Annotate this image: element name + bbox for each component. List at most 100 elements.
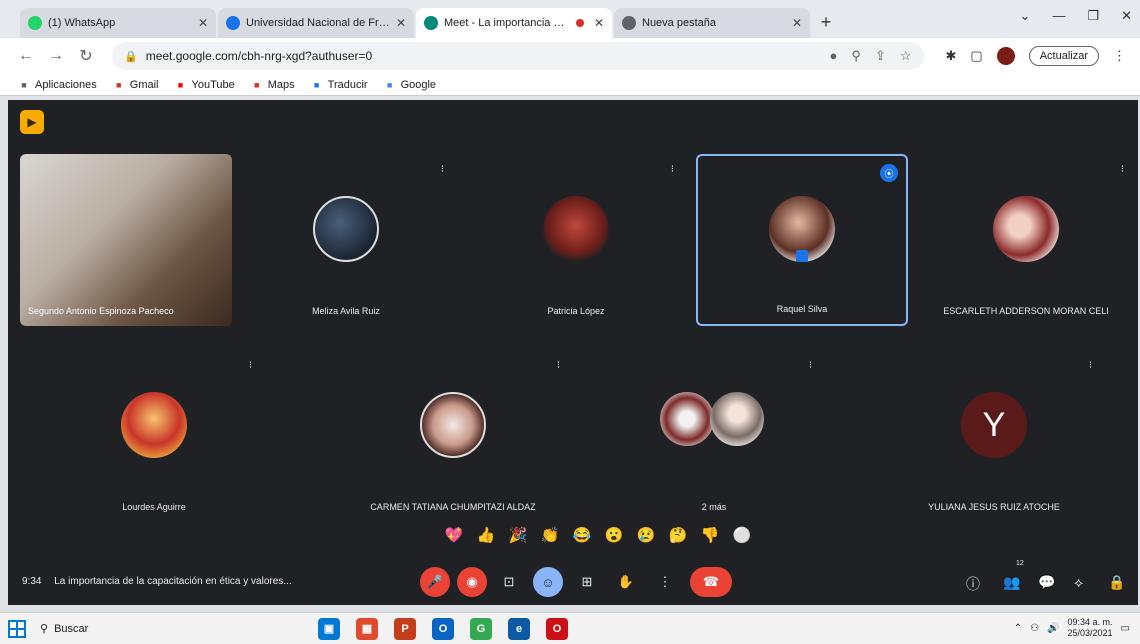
close-tab-icon[interactable]: ✕ [594, 16, 604, 30]
close-tab-icon[interactable]: ✕ [792, 16, 802, 30]
participant-tile[interactable]: ⁝ Meliza Avila Ruiz [240, 154, 452, 326]
windows-taskbar: ⚲ Buscar ▣ ▦ P O Ge O ⌃ ⚇ 🔊 09:34 a. m. 25/03… [0, 612, 1140, 644]
bookmark-item[interactable]: ■ Gmail [113, 78, 159, 91]
side-panel-icon[interactable]: ▢ [970, 48, 982, 64]
participant-avatar [543, 196, 609, 262]
captions-button[interactable]: ⊡ [494, 567, 524, 597]
taskbar-search[interactable]: ⚲ Buscar [40, 622, 190, 636]
reaction-emoji[interactable]: 🎉 [508, 526, 528, 544]
apps-grid-icon: ■ [21, 79, 27, 90]
tile-options-icon[interactable]: ⁝ [557, 360, 560, 371]
tab-title: (1) WhatsApp [48, 17, 116, 29]
tile-options-icon[interactable]: ⁝ [1121, 164, 1124, 175]
bookmark-item[interactable]: ■ Aplicaciones [18, 79, 96, 91]
close-window-icon[interactable]: ✕ [1121, 8, 1132, 24]
reaction-emoji[interactable]: 👍 [476, 526, 496, 544]
tile-options-icon[interactable]: ⁝ [1089, 360, 1092, 371]
participant-tile[interactable]: ⁝ ESCARLETH ADDERSON MORAN CELI [920, 154, 1132, 326]
tab-favicon-icon [622, 16, 636, 30]
participant-tile[interactable]: ⁝ Lourdes Aguirre [48, 350, 260, 522]
reaction-emoji[interactable]: 👏 [540, 526, 560, 544]
windows-start-icon[interactable] [8, 619, 26, 638]
bookmark-item[interactable]: ■ Maps [251, 79, 295, 91]
bookmark-label: Gmail [129, 78, 159, 91]
clock-time: 09:34 a. m. [1067, 617, 1113, 627]
minimize-icon[interactable]: — [1052, 8, 1065, 24]
task-view-icon[interactable]: ▣ [318, 617, 340, 640]
participant-tile[interactable]: ⁝ Patricia López [470, 154, 682, 326]
window-controls: ⌄ — ❐ ✕ [1020, 8, 1132, 24]
tile-options-icon[interactable]: ⁝ [249, 360, 252, 371]
activities-icon[interactable]: ⟡ [1074, 574, 1083, 591]
tab-search-icon[interactable]: ⌄ [1020, 8, 1031, 24]
taskbar-clock[interactable]: 09:34 a. m. 25/03/2021 [1068, 617, 1113, 639]
extensions-icon[interactable]: ✱ [946, 48, 957, 64]
tile-options-icon[interactable]: ⁝ [809, 360, 812, 371]
mic-off-button[interactable]: 🎤 [420, 567, 450, 597]
people-icon[interactable]: 👥 [1003, 574, 1020, 591]
present-button[interactable]: ⊞ [572, 567, 602, 597]
bookmark-item[interactable]: ■ Google [384, 79, 436, 91]
tile-options-icon[interactable]: ⁝ [671, 164, 674, 175]
raise-hand-button[interactable]: ✋ [611, 567, 641, 597]
participant-tile[interactable]: Segundo Antonio Espinoza Pacheco [20, 154, 232, 326]
reaction-emoji[interactable]: 🤔 [668, 526, 688, 544]
participant-tile[interactable]: ⁝ 2 más [608, 350, 820, 522]
close-tab-icon[interactable]: ✕ [198, 16, 208, 30]
reaction-emoji[interactable]: 😢 [636, 526, 656, 544]
browser-tab[interactable]: Meet - La importancia de la ✕ [416, 8, 612, 38]
participant-tile[interactable]: ⦿ Raquel Silva [696, 154, 908, 326]
maximize-icon[interactable]: ❐ [1087, 8, 1099, 24]
tile-options-icon[interactable]: ⁝ [441, 164, 444, 175]
reaction-emoji[interactable]: 😂 [572, 526, 592, 544]
info-icon[interactable]: ⓘ [966, 574, 980, 594]
profile-avatar[interactable] [996, 47, 1015, 65]
reaction-emoji[interactable]: ⚪ [732, 526, 752, 544]
opera-icon[interactable]: O [546, 617, 568, 640]
reactions-button[interactable]: ☺ [533, 567, 563, 597]
browser-tab[interactable]: Universidad Nacional de Frontera ✕ [218, 8, 414, 38]
reaction-emoji[interactable]: 👎 [700, 526, 720, 544]
leave-call-button[interactable]: ☎ [690, 567, 732, 597]
reload-icon[interactable]: ↻ [74, 46, 98, 66]
reaction-emoji[interactable]: 😮 [604, 526, 624, 544]
chat-icon[interactable]: 💬 [1038, 574, 1055, 591]
browser-tab[interactable]: (1) WhatsApp ✕ [20, 8, 216, 38]
tab-title: Universidad Nacional de Frontera [246, 17, 392, 29]
notifications-icon[interactable]: ▭ [1121, 623, 1130, 634]
update-button[interactable]: Actualizar [1028, 46, 1099, 66]
participant-tile[interactable]: Y ⁝ YULIANA JESUS RUIZ ATOCHE [888, 350, 1100, 522]
participant-tile[interactable]: ⁝ CARMEN TATIANA CHUMPITAZI ALDAZ [338, 350, 568, 522]
participant-avatar [313, 196, 379, 262]
tray-chevron-icon[interactable]: ⌃ [1014, 623, 1022, 634]
lock-icon[interactable]: 🔒 [124, 50, 138, 63]
tab-title: Meet - La importancia de la [444, 17, 570, 29]
close-tab-icon[interactable]: ✕ [396, 16, 406, 30]
outlook-icon[interactable]: O [432, 617, 454, 640]
forward-icon[interactable]: → [44, 47, 68, 65]
translate-icon: ■ [313, 79, 320, 90]
host-controls-icon[interactable]: 🔒 [1108, 574, 1125, 591]
network-icon[interactable]: ⚇ [1030, 623, 1039, 634]
more-options-button[interactable]: ⋮ [650, 567, 680, 597]
camera-off-button[interactable]: ◉ [457, 567, 487, 597]
bookmark-item[interactable]: ■ YouTube [175, 79, 235, 91]
chrome-icon[interactable]: G [470, 617, 492, 640]
browser-tab[interactable]: Nueva pestaña ✕ [614, 8, 810, 38]
star-icon[interactable]: ☆ [900, 48, 912, 64]
menu-icon[interactable]: ⋮ [1113, 48, 1126, 64]
bookmark-item[interactable]: ■ Traducir [311, 79, 368, 91]
powerpoint-icon[interactable]: P [394, 617, 416, 640]
reaction-emoji[interactable]: 💖 [444, 526, 464, 544]
store-icon[interactable]: ▦ [356, 617, 378, 640]
system-tray: ⌃ ⚇ 🔊 09:34 a. m. 25/03/2021 ▭ [1014, 617, 1130, 639]
share-icon[interactable]: ⇪ [875, 48, 886, 64]
camera-icon[interactable]: ● [830, 48, 838, 64]
bookmark-label: Maps [267, 78, 295, 91]
zoom-icon[interactable]: ⚲ [851, 48, 861, 64]
volume-icon[interactable]: 🔊 [1047, 623, 1059, 634]
back-icon[interactable]: ← [14, 47, 38, 65]
address-bar[interactable]: 🔒 meet.google.com/cbh-nrg-xgd?authuser=0… [112, 42, 924, 70]
edge-icon[interactable]: e [508, 617, 530, 640]
new-tab-button[interactable]: + [812, 8, 840, 36]
